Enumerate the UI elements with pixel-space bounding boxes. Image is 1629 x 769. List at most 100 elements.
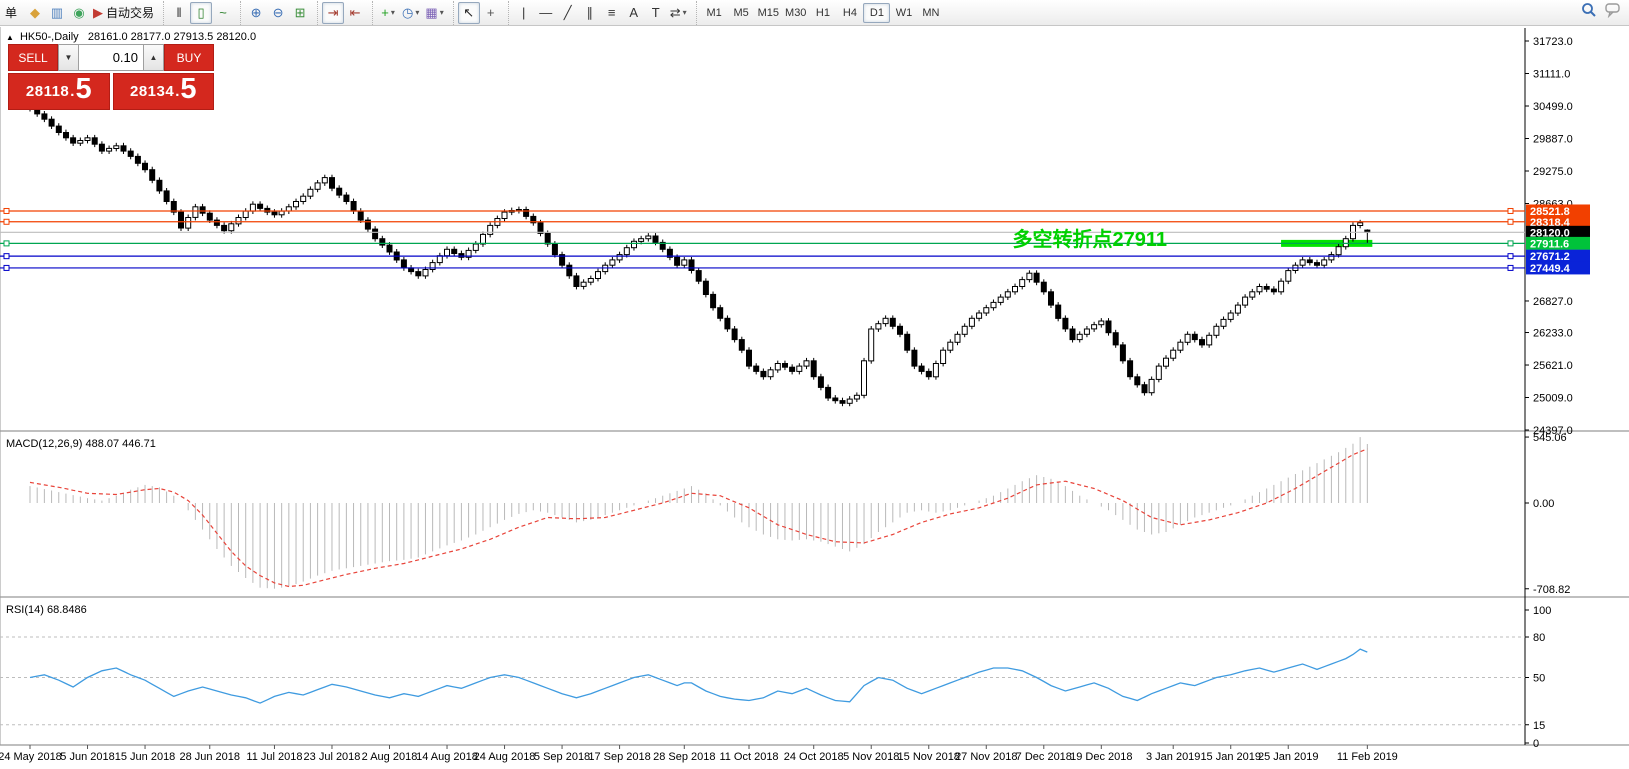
- line-handle[interactable]: [3, 264, 10, 271]
- fibonacci-button[interactable]: ≡: [601, 2, 623, 24]
- arrows-button[interactable]: ⇄ ▾: [667, 2, 690, 24]
- timeframe-m30-button[interactable]: M30: [782, 3, 809, 23]
- timeframe-d1-button[interactable]: D1: [863, 2, 891, 23]
- autotrading-icon: ▶: [93, 5, 104, 20]
- sell-price-button[interactable]: 28118 . 5: [8, 73, 110, 110]
- fibonacci-icon: ≡: [607, 5, 616, 20]
- indicators-icon: +: [381, 5, 389, 20]
- time-tick-label: 11 Oct 2018: [719, 751, 778, 763]
- toolbar-partial-label[interactable]: 单: [2, 4, 20, 21]
- bar-chart-button[interactable]: ‖: [168, 2, 190, 24]
- rsi-scale-label: 50: [1533, 673, 1545, 685]
- periods-button[interactable]: ◷ ▾: [399, 2, 422, 24]
- charts-profile-button[interactable]: ▥: [46, 2, 68, 24]
- line-handle[interactable]: [3, 207, 10, 214]
- time-tick-label: 27 Nov 2018: [955, 751, 1017, 763]
- autotrading-button[interactable]: ▶ 自动交易: [90, 2, 157, 24]
- price-tick-label: 25009.0: [1533, 393, 1573, 405]
- line-handle[interactable]: [3, 218, 10, 225]
- chart-canvas[interactable]: 31723.031111.030499.029887.029275.028663…: [0, 26, 1629, 769]
- shift-chart-end-icon: ⇥: [327, 5, 339, 20]
- tile-windows-button[interactable]: ⊞: [289, 2, 311, 24]
- cursor-button[interactable]: ↖: [457, 1, 480, 24]
- zoom-in-icon: ⊕: [250, 5, 262, 20]
- toolbar-group-1: ‖ ▯ ~: [163, 0, 238, 25]
- channel-button[interactable]: ∥: [579, 2, 601, 24]
- line-handle[interactable]: [3, 253, 10, 260]
- toolbar-group-2: ⊕ ⊖ ⊞: [240, 0, 315, 25]
- dropdown-caret-icon[interactable]: ▾: [391, 8, 395, 17]
- time-tick-label: 28 Jun 2018: [179, 751, 240, 763]
- signal-button[interactable]: ◉: [68, 2, 90, 24]
- volume-decrease-button[interactable]: ▼: [58, 44, 79, 71]
- toolbar-group-5: ↖ +: [452, 0, 506, 25]
- timeframe-h1-button[interactable]: H1: [809, 3, 836, 23]
- price-tick-label: 26233.0: [1533, 328, 1573, 340]
- dropdown-caret-icon[interactable]: ▾: [440, 8, 444, 17]
- timeframe-mn-button[interactable]: MN: [917, 3, 944, 23]
- sell-button[interactable]: SELL: [8, 44, 58, 71]
- zoom-in-button[interactable]: ⊕: [245, 2, 267, 24]
- time-tick-label: 25 Jan 2019: [1258, 751, 1319, 763]
- crosshair-button[interactable]: +: [480, 2, 502, 24]
- line-handle[interactable]: [3, 240, 10, 247]
- chart-annotation[interactable]: 多空转折点27911: [1012, 227, 1167, 251]
- line-handle[interactable]: [1507, 240, 1514, 247]
- rsi-scale-label: 100: [1533, 605, 1551, 617]
- shift-chart-end-button[interactable]: ⇥: [322, 1, 345, 24]
- templates-button[interactable]: ▦ ▾: [422, 2, 446, 24]
- line-handle[interactable]: [1507, 218, 1514, 225]
- label-button[interactable]: T: [645, 2, 667, 24]
- time-tick-label: 11 Jul 2018: [246, 751, 302, 763]
- rsi-label: RSI(14) 68.8486: [6, 604, 87, 616]
- price-tick-label: 30499.0: [1533, 101, 1573, 113]
- line-handle[interactable]: [1507, 264, 1514, 271]
- collapse-triangle-icon[interactable]: ▲: [6, 33, 14, 42]
- channel-icon: ∥: [586, 5, 593, 20]
- time-tick-label: 5 Nov 2018: [843, 751, 899, 763]
- dropdown-caret-icon[interactable]: ▾: [415, 8, 419, 17]
- timeframe-w1-button[interactable]: W1: [890, 3, 917, 23]
- horizontal-line-button[interactable]: —: [535, 2, 557, 24]
- candlestick-chart-button[interactable]: ▯: [190, 1, 213, 24]
- dropdown-caret-icon[interactable]: ▾: [683, 8, 687, 17]
- ohlc-values: 28161.0 28177.0 27913.5 28120.0: [87, 31, 257, 43]
- toolbar-group-4: + ▾ ◷ ▾ ▦ ▾: [372, 0, 451, 25]
- rsi-scale-label: 15: [1533, 720, 1545, 732]
- timeframe-m1-button[interactable]: M1: [701, 3, 728, 23]
- time-tick-label: 24 Aug 2018: [474, 751, 536, 763]
- volume-increase-button[interactable]: ▲: [143, 44, 164, 71]
- toolbar-group-3: ⇥ ⇤: [317, 0, 370, 25]
- price-tag-label: 27671.2: [1530, 251, 1570, 263]
- price-tick-label: 29275.0: [1533, 166, 1573, 178]
- vertical-line-button[interactable]: |: [513, 2, 535, 24]
- time-tick-label: 15 Jan 2019: [1200, 751, 1261, 763]
- volume-input[interactable]: 0.10: [79, 44, 143, 71]
- zoom-out-button[interactable]: ⊖: [267, 2, 289, 24]
- indicators-button[interactable]: + ▾: [377, 2, 399, 24]
- buy-button[interactable]: BUY: [164, 44, 214, 71]
- price-tick-label: 26827.0: [1533, 296, 1573, 308]
- trendline-button[interactable]: ╱: [557, 2, 579, 24]
- vertical-line-icon: |: [522, 5, 526, 20]
- line-chart-button[interactable]: ~: [212, 2, 234, 24]
- timeframe-m15-button[interactable]: M15: [755, 3, 782, 23]
- time-tick-label: 11 Feb 2019: [1337, 751, 1398, 763]
- line-handle[interactable]: [1507, 207, 1514, 214]
- search-icon[interactable]: [1581, 2, 1597, 18]
- chat-icon[interactable]: [1605, 2, 1623, 18]
- timeframe-h4-button[interactable]: H4: [836, 3, 863, 23]
- bar-chart-icon: ‖: [176, 5, 182, 20]
- text-button[interactable]: A: [623, 2, 645, 24]
- timeframe-m5-button[interactable]: M5: [728, 3, 755, 23]
- mt4-window: 单 ◆ ▥ ◉ ▶ 自动交易 ‖ ▯ ~ ⊕ ⊖ ⊞ ⇥ ⇤ + ▾ ◷ ▾ ▦ ▾ ↖ + | — ╱ ∥ ≡ A T ⇄ ▾ M1 M5…: [0, 0, 1629, 769]
- line-handle[interactable]: [1507, 253, 1514, 260]
- auto-scroll-button[interactable]: ⇤: [344, 2, 366, 24]
- crosshair-icon: +: [486, 5, 495, 20]
- time-tick-label: 17 Sep 2018: [588, 751, 650, 763]
- new-order-button[interactable]: ◆: [24, 2, 46, 24]
- label-icon: T: [651, 5, 660, 20]
- macd-histogram: [29, 437, 1368, 589]
- buy-price-button[interactable]: 28134 . 5: [112, 73, 214, 110]
- signal-icon: ◉: [73, 5, 85, 20]
